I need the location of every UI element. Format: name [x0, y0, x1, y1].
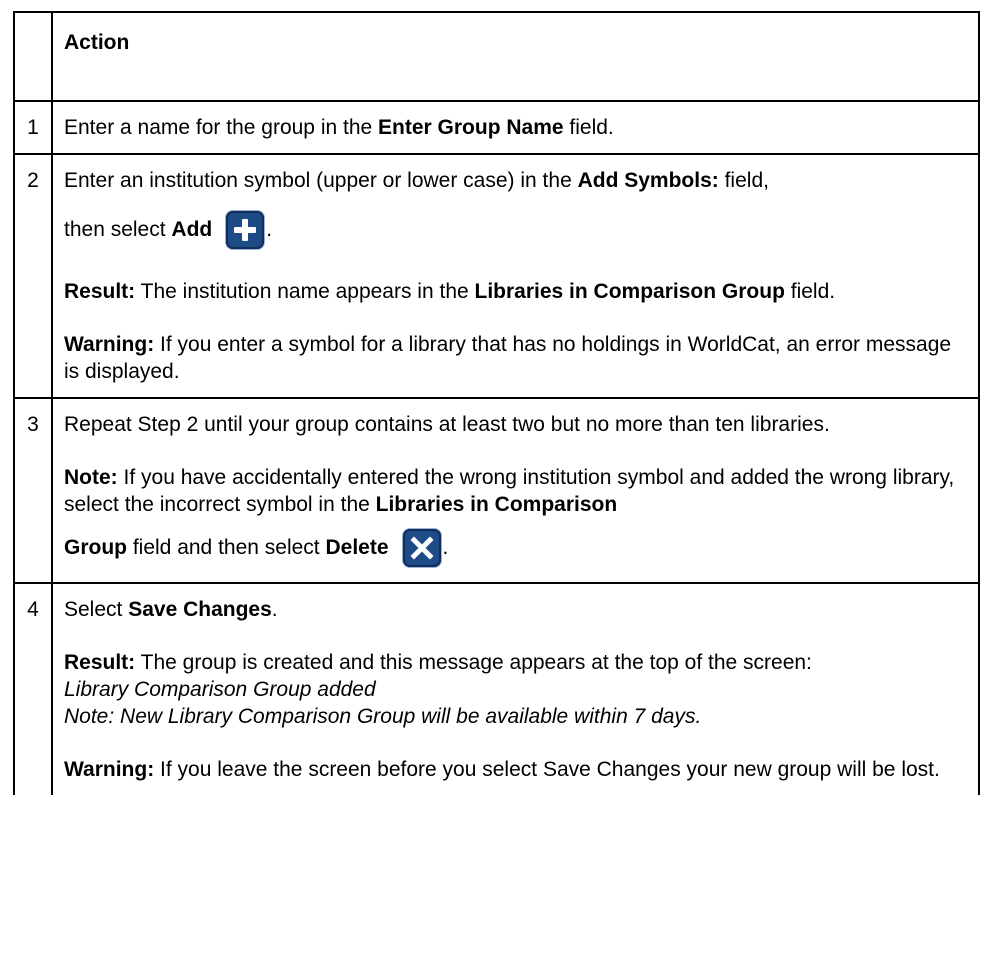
table-row: 4 Select Save Changes. Result: The group…	[13, 582, 980, 795]
step-4-warning: Warning: If you leave the screen before …	[64, 756, 968, 783]
step-4-result: Result: The group is created and this me…	[64, 649, 968, 730]
header-action-cell: Action	[51, 11, 980, 102]
step-4-text-c: .	[271, 598, 278, 621]
step-3-note-f: .	[442, 536, 449, 559]
table-row: 3 Repeat Step 2 until your group contain…	[13, 397, 980, 584]
result-label: Result:	[64, 280, 136, 303]
step-4-warning-text: If you leave the screen before you selec…	[154, 758, 940, 781]
save-changes-label: Save Changes	[128, 598, 272, 621]
step-3-note: Note: If you have accidentally entered t…	[64, 464, 968, 518]
add-label: Add	[171, 218, 213, 241]
step-1-text-a: Enter a name for the group in the	[64, 116, 379, 139]
field-name-group: Group	[64, 536, 127, 559]
field-name-enter-group-name: Enter Group Name	[378, 116, 564, 139]
step-3-text: Repeat Step 2 until your group contains …	[51, 397, 980, 584]
step-4-text: Select Save Changes. Result: The group i…	[51, 582, 980, 795]
note-label: Note:	[64, 466, 118, 489]
step-number: 3	[13, 397, 53, 584]
step-2-text-c: field,	[718, 169, 769, 192]
step-4-text-a: Select	[64, 598, 129, 621]
field-name-add-symbols: Add Symbols:	[577, 169, 719, 192]
step-2-add-line: then select Add.	[64, 208, 968, 252]
step-3-instruction: Repeat Step 2 until your group contains …	[64, 413, 830, 436]
action-heading: Action	[64, 31, 130, 54]
step-3-note-d: field and then select	[127, 536, 326, 559]
step-2-warning-text: If you enter a symbol for a library that…	[64, 333, 952, 383]
x-icon	[402, 529, 441, 568]
step-4-result-text: The group is created and this message ap…	[135, 651, 812, 674]
step-2-warning: Warning: If you enter a symbol for a lib…	[64, 331, 968, 385]
step-2-text-a: Enter an institution symbol (upper or lo…	[64, 169, 578, 192]
availability-note: Note: New Library Comparison Group will …	[64, 705, 702, 728]
step-number: 2	[13, 153, 53, 399]
plus-icon	[226, 211, 265, 250]
field-name-libraries-in-comparison: Libraries in Comparison	[375, 493, 618, 516]
step-2-result-c: field.	[784, 280, 836, 303]
table-row: 2 Enter an institution symbol (upper or …	[13, 153, 980, 399]
header-number-cell	[13, 11, 53, 102]
table-header-row: Action	[13, 11, 980, 102]
procedure-table: Action 1 Enter a name for the group in t…	[13, 11, 980, 795]
step-2-instruction: Enter an institution symbol (upper or lo…	[64, 167, 968, 194]
step-4-instruction: Select Save Changes.	[64, 596, 968, 623]
step-1-text: Enter a name for the group in the Enter …	[51, 100, 980, 155]
delete-label: Delete	[325, 536, 389, 559]
step-2-text-d: then select	[64, 218, 172, 241]
step-2-text: Enter an institution symbol (upper or lo…	[51, 153, 980, 399]
warning-label: Warning:	[64, 758, 155, 781]
step-2-result-a: The institution name appears in the	[135, 280, 475, 303]
step-1-text-c: field.	[563, 116, 614, 139]
step-2-text-f: .	[266, 218, 273, 241]
step-2-result: Result: The institution name appears in …	[64, 278, 968, 305]
step-number: 1	[13, 100, 53, 155]
confirmation-message: Library Comparison Group added	[64, 678, 376, 701]
table-row: 1 Enter a name for the group in the Ente…	[13, 100, 980, 155]
step-3-delete-line: Group field and then select Delete.	[64, 526, 968, 570]
result-label: Result:	[64, 651, 136, 674]
field-name-libraries-in-comparison-group: Libraries in Comparison Group	[474, 280, 785, 303]
step-number: 4	[13, 582, 53, 795]
warning-label: Warning:	[64, 333, 155, 356]
